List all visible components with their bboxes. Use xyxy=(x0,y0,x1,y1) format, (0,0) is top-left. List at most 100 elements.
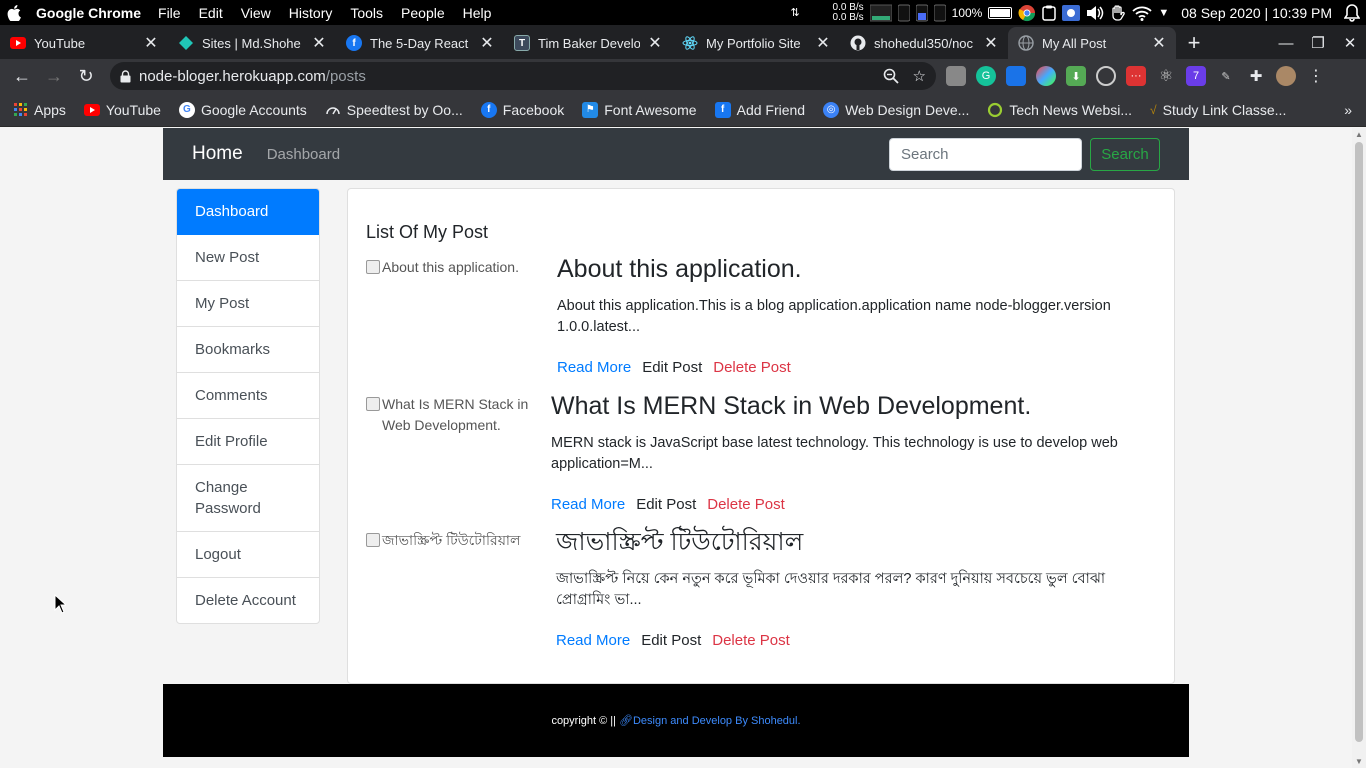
lock-icon[interactable] xyxy=(120,69,131,83)
back-arrow-icon[interactable]: ← xyxy=(6,60,38,92)
post-title[interactable]: About this application. xyxy=(557,254,1156,284)
menu-view[interactable]: View xyxy=(232,5,280,21)
sidebar-item-new-post[interactable]: New Post xyxy=(177,235,319,281)
extension-purple-icon[interactable]: 7 xyxy=(1186,66,1206,86)
tab[interactable]: YouTube ✕ xyxy=(0,27,168,59)
sidebar-item-dashboard[interactable]: Dashboard xyxy=(177,189,319,235)
sidebar-item-delete-account[interactable]: Delete Account xyxy=(177,578,319,623)
close-icon[interactable]: ✕ xyxy=(648,33,662,53)
post-title[interactable]: What Is MERN Stack in Web Development. xyxy=(551,391,1156,421)
navbar-brand-home[interactable]: Home xyxy=(192,143,243,165)
close-icon[interactable]: ✕ xyxy=(984,33,998,53)
menu-tools[interactable]: Tools xyxy=(341,5,392,21)
apple-icon[interactable] xyxy=(2,4,26,21)
close-icon[interactable]: ✕ xyxy=(1152,33,1166,53)
date-time[interactable]: 08 Sep 2020 | 10:39 PM xyxy=(1181,5,1332,21)
post-body: About this application. About this appli… xyxy=(557,254,1156,376)
extensions-puzzle-icon[interactable]: ✚ xyxy=(1246,66,1266,86)
edit-post-link[interactable]: Edit Post xyxy=(641,632,701,649)
tab[interactable]: T Tim Baker Develo ✕ xyxy=(504,27,672,59)
active-app-name[interactable]: Google Chrome xyxy=(36,5,141,21)
delete-post-link[interactable]: Delete Post xyxy=(713,359,791,376)
read-more-link[interactable]: Read More xyxy=(551,496,625,513)
read-more-link[interactable]: Read More xyxy=(556,632,630,649)
extension-blue-icon[interactable] xyxy=(1006,66,1026,86)
new-tab-plus-icon[interactable]: + xyxy=(1176,27,1212,59)
sidebar-item-logout[interactable]: Logout xyxy=(177,532,319,578)
battery-icon[interactable] xyxy=(988,6,1013,19)
reload-icon[interactable]: ↻ xyxy=(70,60,102,92)
post-title[interactable]: জাভাস্ক্রিপ্ট টিউটোরিয়াল xyxy=(556,527,1156,557)
sidebar-item-edit-profile[interactable]: Edit Profile xyxy=(177,419,319,465)
page-title: List Of My Post xyxy=(366,222,489,242)
navbar-link-dashboard[interactable]: Dashboard xyxy=(267,146,340,163)
chrome-icon[interactable] xyxy=(1018,4,1036,22)
menu-file[interactable]: File xyxy=(149,5,190,21)
color-picker-icon[interactable]: ✎ xyxy=(1216,66,1236,86)
caret-down-icon[interactable]: ▼ xyxy=(1158,7,1169,19)
wifi-icon[interactable] xyxy=(1132,5,1152,21)
bookmark-speedtest[interactable]: Speedtest by Oo... xyxy=(316,102,472,118)
sidebar-item-my-post[interactable]: My Post xyxy=(177,281,319,327)
minimize-icon[interactable]: — xyxy=(1270,27,1302,59)
tab-active[interactable]: My All Post ✕ xyxy=(1008,27,1176,59)
close-window-icon[interactable]: ✕ xyxy=(1334,27,1366,59)
menu-edit[interactable]: Edit xyxy=(190,5,232,21)
hand-icon[interactable] xyxy=(1110,4,1126,21)
maximize-icon[interactable]: ❐ xyxy=(1302,27,1334,59)
edit-post-link[interactable]: Edit Post xyxy=(642,359,702,376)
menu-help[interactable]: Help xyxy=(454,5,501,21)
bookmark-facebook[interactable]: f Facebook xyxy=(472,101,573,118)
scroll-down-arrow-icon[interactable]: ▼ xyxy=(1355,757,1363,766)
flag-icon[interactable] xyxy=(1062,4,1081,21)
grammarly-icon[interactable]: G xyxy=(976,66,996,86)
extension-green-icon[interactable]: ⬇ xyxy=(1066,66,1086,86)
bookmark-web-design[interactable]: ◎ Web Design Deve... xyxy=(814,101,978,118)
extension-red-icon[interactable]: ··· xyxy=(1126,66,1146,86)
bookmark-tech-news[interactable]: Tech News Websi... xyxy=(978,102,1141,118)
react-devtools-icon[interactable]: ⚛ xyxy=(1156,66,1176,86)
more-vert-icon[interactable]: ⋮ xyxy=(1306,66,1326,86)
bookmark-study-link[interactable]: √ Study Link Classe... xyxy=(1141,102,1295,118)
extension-gray-icon[interactable] xyxy=(946,66,966,86)
tab[interactable]: My Portfolio Site ✕ xyxy=(672,27,840,59)
sidebar-item-bookmarks[interactable]: Bookmarks xyxy=(177,327,319,373)
chevron-double-right-icon[interactable]: » xyxy=(1344,102,1366,118)
search-input[interactable] xyxy=(889,137,1082,171)
delete-post-link[interactable]: Delete Post xyxy=(712,632,790,649)
read-more-link[interactable]: Read More xyxy=(557,359,631,376)
scrollbar-thumb[interactable] xyxy=(1355,142,1363,742)
tab[interactable]: f The 5-Day React J ✕ xyxy=(336,27,504,59)
close-icon[interactable]: ✕ xyxy=(144,33,158,53)
volume-icon[interactable] xyxy=(1086,5,1104,21)
extension-target-icon[interactable] xyxy=(1096,66,1116,86)
delete-post-link[interactable]: Delete Post xyxy=(707,496,785,513)
close-icon[interactable]: ✕ xyxy=(816,33,830,53)
menu-history[interactable]: History xyxy=(280,5,342,21)
search-button[interactable]: Search xyxy=(1090,137,1160,171)
bookmark-star-icon[interactable]: ☆ xyxy=(913,67,926,85)
colorzilla-icon[interactable] xyxy=(1036,66,1056,86)
clipboard-icon[interactable] xyxy=(1042,5,1057,21)
bookmark-font-awesome[interactable]: ⚑ Font Awesome xyxy=(573,101,705,118)
menu-people[interactable]: People xyxy=(392,5,454,21)
close-icon[interactable]: ✕ xyxy=(480,33,494,53)
forward-arrow-icon[interactable]: → xyxy=(38,60,70,92)
bookmark-google-accounts[interactable]: G Google Accounts xyxy=(170,101,316,118)
scroll-up-arrow-icon[interactable]: ▲ xyxy=(1355,130,1363,139)
bookmark-add-friend[interactable]: f Add Friend xyxy=(706,101,814,118)
page-scrollbar[interactable]: ▲ ▼ xyxy=(1352,128,1366,768)
avatar[interactable] xyxy=(1276,66,1296,86)
bookmark-apps[interactable]: Apps xyxy=(0,102,75,118)
tab[interactable]: shohedul350/noc ✕ xyxy=(840,27,1008,59)
close-icon[interactable]: ✕ xyxy=(312,33,326,53)
sidebar-item-change-password[interactable]: Change Password xyxy=(177,465,319,532)
zoom-icon[interactable] xyxy=(883,67,899,85)
notification-bell-icon[interactable] xyxy=(1344,3,1360,22)
sidebar-item-comments[interactable]: Comments xyxy=(177,373,319,419)
tab[interactable]: Sites | Md.Shohe ✕ xyxy=(168,27,336,59)
address-bar[interactable]: node-bloger.herokuapp.com /posts ☆ xyxy=(110,62,936,90)
edit-post-link[interactable]: Edit Post xyxy=(636,496,696,513)
bookmark-youtube[interactable]: YouTube xyxy=(75,102,170,118)
footer-author-link[interactable]: Design and Develop By Shohedul. xyxy=(633,715,801,727)
